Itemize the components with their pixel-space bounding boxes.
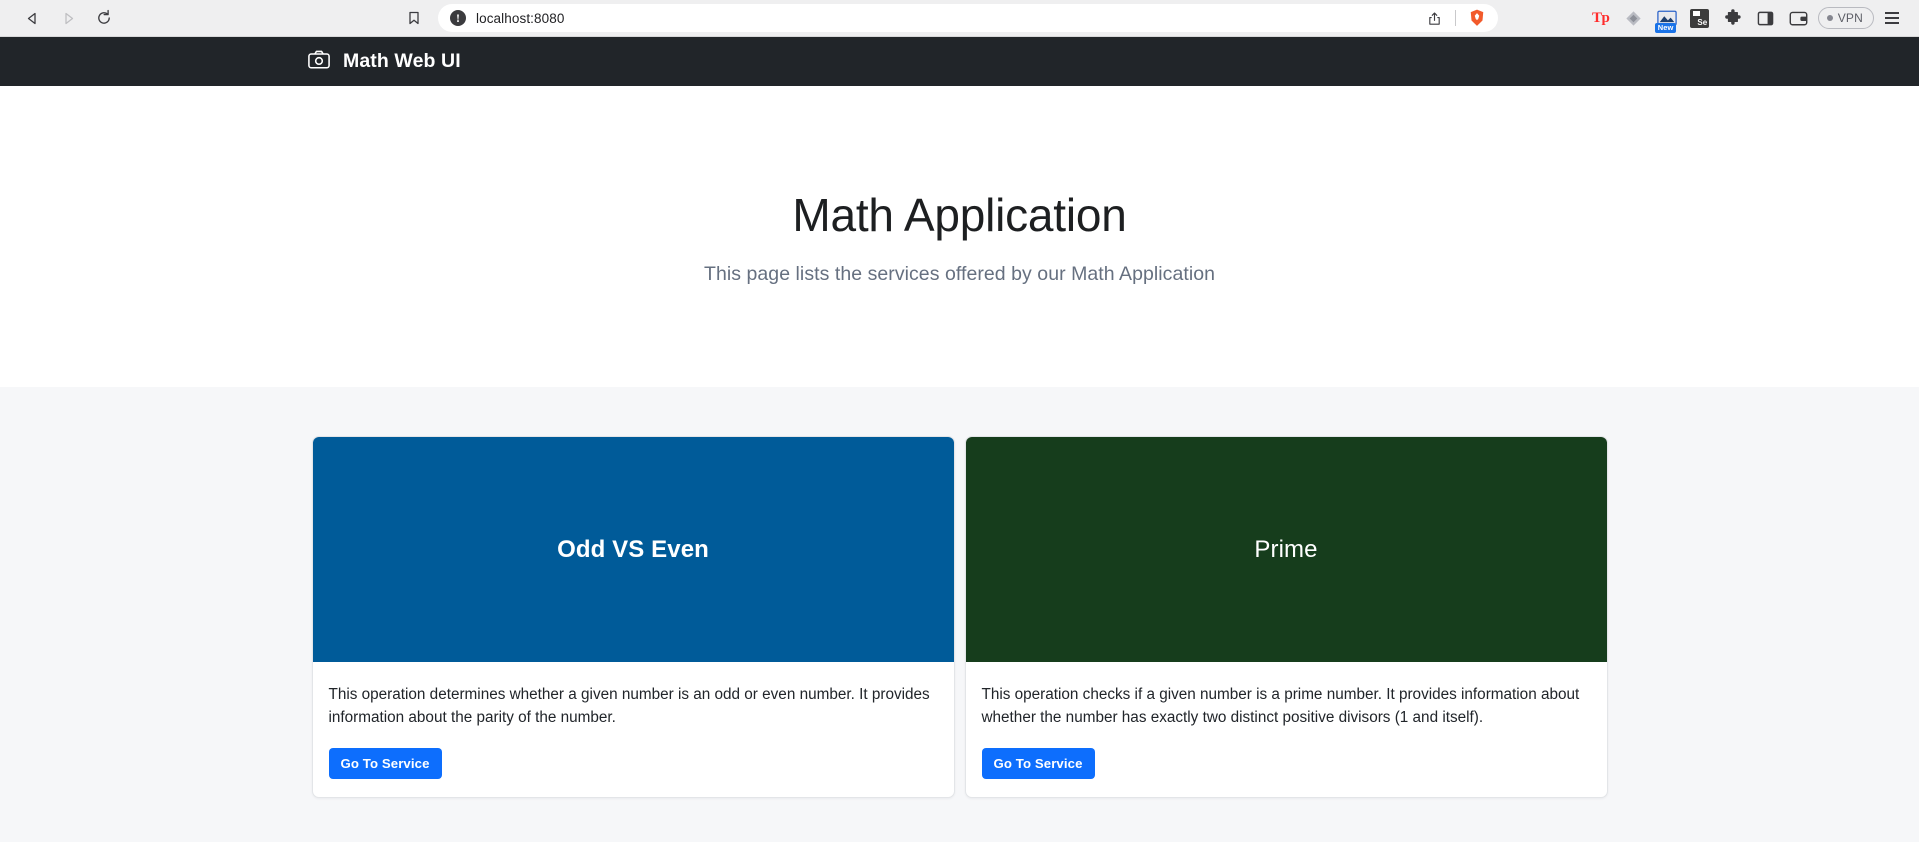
- back-arrow-icon: [27, 12, 36, 24]
- back-button[interactable]: [18, 4, 46, 32]
- browser-menu-button[interactable]: [1879, 5, 1905, 31]
- forward-arrow-icon: [64, 12, 73, 24]
- address-bar-actions: [1421, 5, 1490, 31]
- wallet-button[interactable]: [1785, 4, 1813, 32]
- site-navbar: Math Web UI: [0, 37, 1919, 86]
- url-text[interactable]: localhost:8080: [476, 11, 1421, 26]
- reload-button[interactable]: [90, 4, 118, 32]
- puzzle-piece-icon: [1724, 9, 1741, 25]
- menu-line: [1885, 21, 1899, 24]
- card-title: Odd VS Even: [557, 535, 709, 563]
- vpn-label: VPN: [1837, 11, 1863, 25]
- extensions-button[interactable]: [1719, 4, 1747, 32]
- hero-section: Math Application This page lists the ser…: [0, 86, 1919, 387]
- services-section: Odd VS Even This operation determines wh…: [0, 387, 1919, 842]
- image-capture-extension-button[interactable]: New: [1653, 4, 1681, 33]
- navbar-brand-title: Math Web UI: [343, 50, 461, 72]
- selenium-icon: Se: [1690, 8, 1710, 28]
- card-header-odd-vs-even: Odd VS Even: [312, 437, 954, 662]
- share-icon: [1428, 12, 1440, 25]
- service-card-odd-vs-even: Odd VS Even This operation determines wh…: [311, 436, 955, 798]
- services-card-row: Odd VS Even This operation determines wh…: [311, 436, 1608, 798]
- address-bar[interactable]: ! localhost:8080: [438, 4, 1498, 32]
- page-subtitle: This page lists the services offered by …: [704, 262, 1215, 285]
- navbar-brand[interactable]: Math Web UI: [308, 50, 461, 74]
- menu-line: [1885, 12, 1899, 15]
- navigation-buttons: [18, 4, 118, 32]
- go-to-service-button-prime[interactable]: Go To Service: [981, 747, 1095, 779]
- sidebar-toggle-button[interactable]: [1752, 4, 1780, 32]
- camera-icon: [308, 50, 330, 74]
- card-header-prime: Prime: [965, 437, 1607, 662]
- vpn-status-dot: [1826, 15, 1833, 21]
- selenium-extension-button[interactable]: Se: [1686, 4, 1714, 32]
- extensions-toolbar: Tp New Se VPN: [1587, 4, 1909, 33]
- card-title: Prime: [1254, 535, 1318, 563]
- page-title: Math Application: [792, 189, 1127, 241]
- sidebar-panel-icon: [1757, 11, 1774, 25]
- tp-extension-button[interactable]: Tp: [1587, 4, 1615, 32]
- tp-extension-icon: Tp: [1592, 9, 1610, 26]
- wallet-icon: [1789, 11, 1808, 25]
- brave-shields-button[interactable]: [1464, 5, 1490, 31]
- forward-button[interactable]: [54, 4, 82, 32]
- share-button[interactable]: [1421, 5, 1447, 31]
- brave-lion-shield-icon: [1470, 9, 1484, 26]
- gem-icon: [1626, 10, 1641, 26]
- browser-toolbar: ! localhost:8080 Tp New Se VPN: [0, 0, 1919, 37]
- bookmark-button[interactable]: [400, 4, 428, 32]
- card-body-odd-vs-even: This operation determines whether a give…: [313, 662, 954, 797]
- menu-line: [1885, 17, 1899, 19]
- go-to-service-button-odd-vs-even[interactable]: Go To Service: [328, 747, 442, 779]
- gem-extension-button[interactable]: [1620, 4, 1648, 32]
- card-description: This operation determines whether a give…: [328, 686, 930, 727]
- vpn-button[interactable]: VPN: [1817, 7, 1874, 29]
- bookmark-icon: [409, 11, 419, 25]
- service-card-prime: Prime This operation checks if a given n…: [964, 436, 1608, 798]
- toolbar-divider: [1455, 10, 1456, 26]
- site-info-icon[interactable]: !: [450, 10, 466, 26]
- card-description: This operation checks if a given number …: [981, 686, 1580, 727]
- reload-icon: [98, 9, 110, 24]
- card-body-prime: This operation checks if a given number …: [966, 662, 1607, 797]
- new-badge: New: [1654, 22, 1677, 33]
